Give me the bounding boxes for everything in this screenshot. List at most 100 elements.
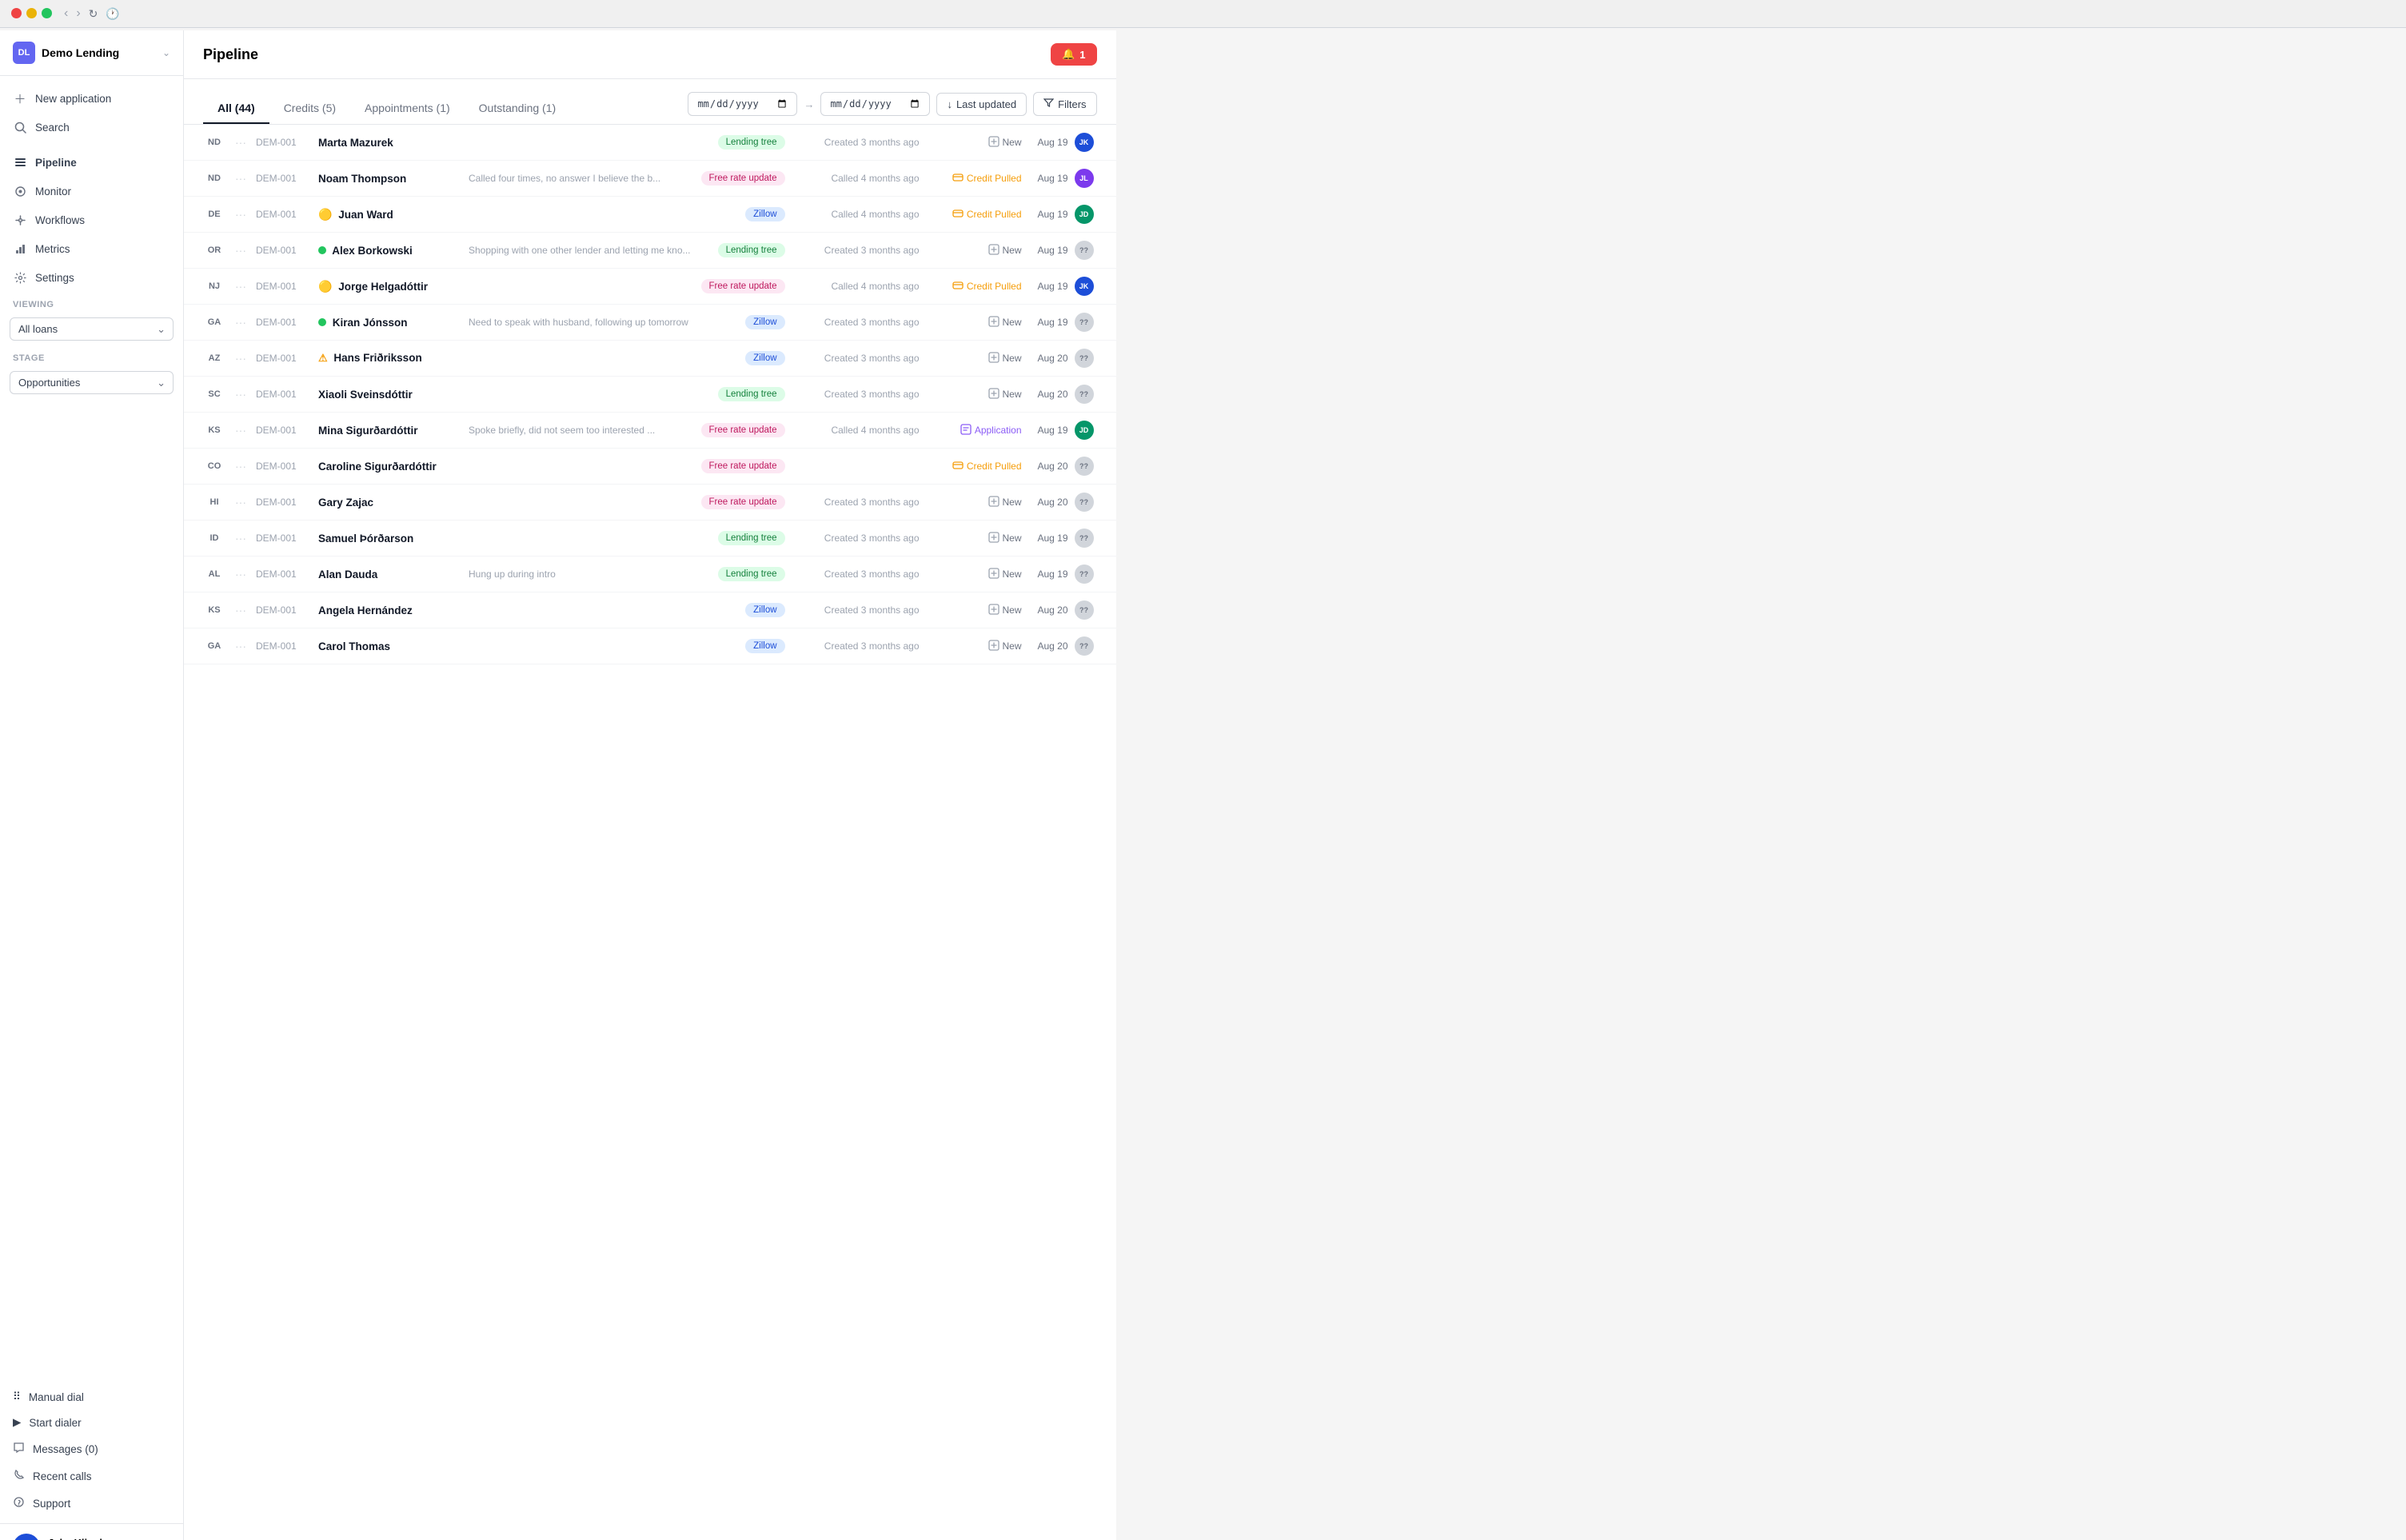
row-date: Aug 19 [1028,137,1068,148]
row-dots-icon[interactable]: ··· [232,280,249,293]
sidebar-item-start-dialer[interactable]: ▶ Start dialer [0,1410,183,1435]
row-avatar: ?? [1075,636,1097,656]
viewing-select[interactable]: All loans My loans [10,317,174,341]
table-row[interactable]: SC ··· DEM-001 Xiaoli Sveinsdóttir Lendi… [184,377,1116,413]
stage-icon [952,280,964,293]
row-name: Angela Hernández [318,604,462,616]
row-dots-icon[interactable]: ··· [232,316,249,329]
tab-appointments[interactable]: Appointments (1) [350,94,465,124]
stage-icon [988,496,1000,509]
tab-all[interactable]: All (44) [203,94,269,124]
stage-label: Application [975,425,1022,436]
row-avatar: JK [1075,133,1097,152]
sidebar-item-recent-calls[interactable]: Recent calls [0,1462,183,1490]
row-date: Aug 20 [1028,353,1068,364]
stage-label: Stage [0,345,183,366]
source-badge: Lending tree [718,135,785,150]
stage-label: New [1003,353,1022,364]
row-dots-icon[interactable]: ··· [232,640,249,652]
row-dots-icon[interactable]: ··· [232,604,249,616]
table-row[interactable]: KS ··· DEM-001 Angela Hernández Zillow C… [184,592,1116,628]
table-row[interactable]: ID ··· DEM-001 Samuel Þórðarson Lending … [184,521,1116,557]
mac-minimize[interactable] [26,8,37,18]
sidebar-company-name: Demo Lending [42,46,156,59]
table-row[interactable]: AL ··· DEM-001 Alan Dauda Hung up during… [184,557,1116,592]
table-row[interactable]: HI ··· DEM-001 Gary Zajac Free rate upda… [184,485,1116,521]
notification-button[interactable]: 🔔 1 [1051,43,1096,66]
sidebar-item-metrics[interactable]: Metrics [0,234,183,263]
stage-label: New [1003,640,1022,652]
sidebar-item-support[interactable]: Support [0,1490,183,1517]
row-dots-icon[interactable]: ··· [232,568,249,580]
sidebar-label-messages: Messages (0) [33,1443,98,1455]
browser-refresh[interactable]: ↻ [89,7,98,21]
row-dots-icon[interactable]: ··· [232,352,249,365]
tab-outstanding[interactable]: Outstanding (1) [465,94,571,124]
row-avatar: JD [1075,205,1097,224]
stage-icon [988,352,1000,365]
row-stage: Application [926,424,1022,437]
row-state: GA [203,317,225,327]
date-from-input[interactable] [688,92,797,116]
stage-label: New [1003,569,1022,580]
sidebar-item-settings[interactable]: Settings [0,263,183,292]
sidebar-user[interactable]: JK Jake Klinehamer jake@usegizmo.com ∧ [0,1523,183,1540]
stage-select[interactable]: Opportunities Processing Closed [10,371,174,394]
table-row[interactable]: AZ ··· DEM-001 ⚠ Hans Friðriksson Zillow… [184,341,1116,377]
row-dots-icon[interactable]: ··· [232,424,249,437]
row-state: HI [203,497,225,507]
sidebar-item-workflows[interactable]: Workflows [0,205,183,234]
row-dots-icon[interactable]: ··· [232,460,249,473]
row-stage: New [926,352,1022,365]
row-activity: Created 3 months ago [792,640,920,652]
settings-icon [13,270,27,285]
sidebar-item-manual-dial[interactable]: ⠿ Manual dial [0,1384,183,1410]
mac-maximize[interactable] [42,8,52,18]
mac-close[interactable] [11,8,22,18]
sidebar-item-messages[interactable]: Messages (0) [0,1435,183,1462]
row-dots-icon[interactable]: ··· [232,172,249,185]
browser-forward[interactable]: › [76,6,80,21]
sidebar-label-recent-calls: Recent calls [33,1470,92,1482]
row-dots-icon[interactable]: ··· [232,244,249,257]
sidebar-header[interactable]: DL Demo Lending ⌄ [0,30,183,76]
tab-credits[interactable]: Credits (5) [269,94,350,124]
table-row[interactable]: ND ··· DEM-001 Marta Mazurek Lending tre… [184,125,1116,161]
stage-icon [988,532,1000,545]
sidebar-item-new-application[interactable]: ＋ New application [0,84,183,113]
metrics-icon [13,241,27,256]
sidebar-item-pipeline[interactable]: Pipeline [0,148,183,177]
row-stage: New [926,316,1022,329]
filter-button[interactable]: Filters [1033,92,1096,116]
date-to-input[interactable] [820,92,930,116]
row-dots-icon[interactable]: ··· [232,388,249,401]
table-row[interactable]: ND ··· DEM-001 Noam Thompson Called four… [184,161,1116,197]
browser-back[interactable]: ‹ [64,6,68,21]
table-row[interactable]: DE ··· DEM-001 🟡 Juan Ward Zillow Called… [184,197,1116,233]
row-name: Mina Sigurðardóttir [318,425,462,437]
sort-button[interactable]: ↓ Last updated [936,93,1027,116]
row-dots-icon[interactable]: ··· [232,208,249,221]
table-row[interactable]: OR ··· DEM-001 Alex Borkowski Shopping w… [184,233,1116,269]
sidebar-item-search[interactable]: Search [0,113,183,142]
row-dots-icon[interactable]: ··· [232,532,249,545]
table-row[interactable]: CO ··· DEM-001 Caroline Sigurðardóttir F… [184,449,1116,485]
row-dots-icon[interactable]: ··· [232,136,249,149]
stage-label: Credit Pulled [967,281,1022,292]
row-name: Xiaoli Sveinsdóttir [318,389,462,401]
source-badge: Zillow [745,207,784,221]
source-badge: Zillow [745,603,784,617]
row-avatar: JK [1075,277,1097,296]
row-name: Marta Mazurek [318,137,462,149]
table-row[interactable]: NJ ··· DEM-001 🟡 Jorge Helgadóttir Free … [184,269,1116,305]
stage-label: Credit Pulled [967,209,1022,220]
table-row[interactable]: KS ··· DEM-001 Mina Sigurðardóttir Spoke… [184,413,1116,449]
row-stage: New [926,388,1022,401]
row-dots-icon[interactable]: ··· [232,496,249,509]
row-state: KS [203,605,225,615]
stage-icon [988,640,1000,653]
table-row[interactable]: GA ··· DEM-001 Kiran Jónsson Need to spe… [184,305,1116,341]
sidebar-item-monitor[interactable]: Monitor [0,177,183,205]
table-row[interactable]: GA ··· DEM-001 Carol Thomas Zillow Creat… [184,628,1116,664]
row-state: KS [203,425,225,435]
